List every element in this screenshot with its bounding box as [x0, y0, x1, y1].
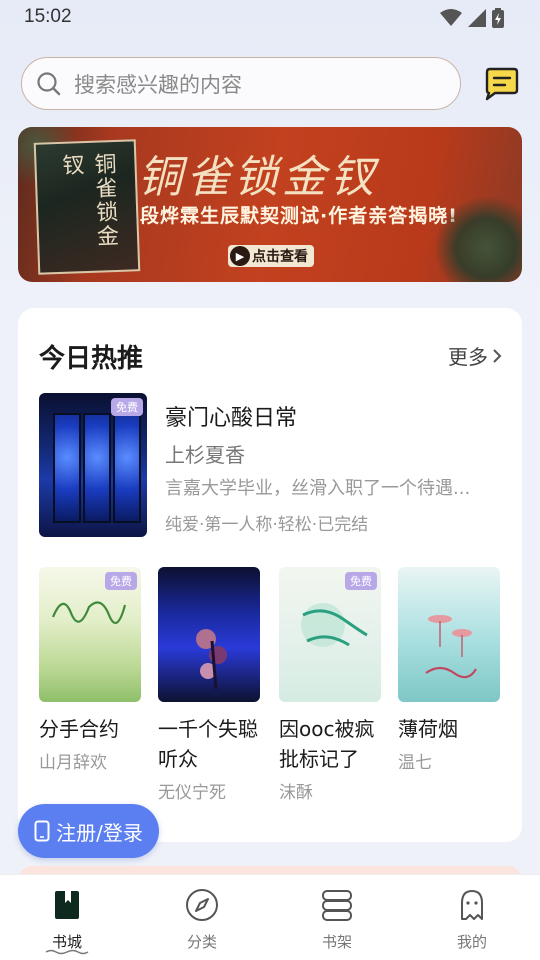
cover-window-left	[53, 413, 81, 523]
ghost-icon	[461, 890, 483, 920]
tab-category[interactable]: 分类	[162, 887, 242, 952]
section-title: 今日热推	[39, 344, 144, 374]
tab-label: 分类	[186, 933, 217, 951]
signal-icon	[468, 9, 486, 27]
chat-bubble-icon[interactable]	[481, 66, 521, 102]
tab-label: 书架	[321, 933, 352, 951]
search-placeholder: 搜索感兴趣的内容	[74, 72, 242, 97]
featured-book-tags: 纯爱·第一人称·轻松·已完结	[165, 515, 369, 535]
book-title: 分手合约	[39, 717, 119, 741]
book-title: 一千个失聪听众	[158, 717, 258, 771]
cover-window-right	[113, 413, 141, 523]
book-author: 温七	[398, 753, 432, 773]
book-card[interactable]: 薄荷烟 温七	[398, 567, 502, 773]
status-time: 15:02	[24, 6, 72, 27]
tab-profile[interactable]: 我的	[432, 887, 512, 952]
more-link[interactable]: 更多	[448, 341, 502, 370]
book-cover	[398, 567, 500, 702]
cover-figure	[196, 629, 227, 690]
free-badge: 免费	[111, 398, 143, 416]
book-icon	[55, 891, 79, 919]
book-card[interactable]: 一千个失聪听众 无仪宁死	[158, 567, 262, 803]
banner-title: 铜雀锁金钗	[138, 152, 378, 203]
book-card[interactable]: 免费 因ooc被疯批标记了 沫酥	[279, 567, 383, 803]
promo-banner[interactable]: 铜雀锁金钗 铜雀锁金钗 段烨霖生辰默契测试·作者亲答揭晓! ▶ 点击查看	[18, 127, 522, 282]
tab-bookstore[interactable]: 书城	[27, 887, 107, 952]
battery-charging-icon	[492, 8, 504, 28]
login-register-button[interactable]: 注册/登录	[18, 804, 159, 858]
banner-book-cover: 铜雀锁金钗	[33, 139, 141, 275]
book-cover	[158, 567, 260, 702]
login-register-label: 注册/登录	[56, 820, 143, 845]
book-author: 无仪宁死	[158, 783, 226, 803]
featured-book-description: 言嘉大学毕业，丝滑入职了一个待遇...	[165, 478, 471, 499]
featured-book-author: 上杉夏香	[165, 443, 245, 467]
banner-view-button[interactable]: ▶ 点击查看	[228, 245, 314, 267]
book-title: 薄荷烟	[398, 717, 458, 741]
search-input[interactable]: 搜索感兴趣的内容	[21, 57, 461, 110]
cover-illustration	[425, 615, 477, 679]
cover-lettering	[51, 601, 127, 625]
book-cover: 免费	[39, 567, 141, 702]
cover-window-mid	[83, 413, 111, 523]
tab-label: 我的	[456, 933, 487, 951]
banner-view-label: 点击查看	[252, 249, 308, 265]
more-label: 更多	[448, 345, 488, 369]
search-icon	[37, 71, 61, 95]
chevron-right-icon	[493, 348, 502, 363]
banner-book-title: 铜雀锁金钗	[58, 151, 119, 249]
book-author: 山月辞欢	[39, 753, 107, 773]
status-icons	[440, 8, 504, 28]
play-icon: ▶	[230, 246, 250, 266]
bottom-tab-bar: 书城 分类 书架 我的	[0, 874, 540, 960]
book-card[interactable]: 免费 分手合约 山月辞欢	[39, 567, 143, 773]
compass-icon	[186, 889, 218, 921]
cover-lettering	[301, 603, 368, 647]
bookshelf-icon	[322, 890, 352, 921]
book-cover: 免费	[279, 567, 381, 702]
featured-book-cover[interactable]: 免费	[39, 393, 147, 537]
free-badge: 免费	[345, 572, 377, 590]
active-tab-indicator	[45, 949, 89, 955]
hot-recommend-card: 今日热推 更多 免费 豪门心酸日常 上杉夏香 言嘉大学毕业，丝滑入职了一个待遇.…	[18, 308, 522, 842]
banner-flower-decoration	[432, 197, 522, 282]
book-author: 沫酥	[279, 783, 313, 803]
wifi-icon	[440, 9, 462, 26]
featured-book-title[interactable]: 豪门心酸日常	[165, 400, 297, 432]
phone-icon	[34, 820, 50, 842]
book-title: 因ooc被疯批标记了	[279, 717, 375, 771]
tab-bookshelf[interactable]: 书架	[297, 887, 377, 952]
status-bar: 15:02	[0, 0, 540, 34]
